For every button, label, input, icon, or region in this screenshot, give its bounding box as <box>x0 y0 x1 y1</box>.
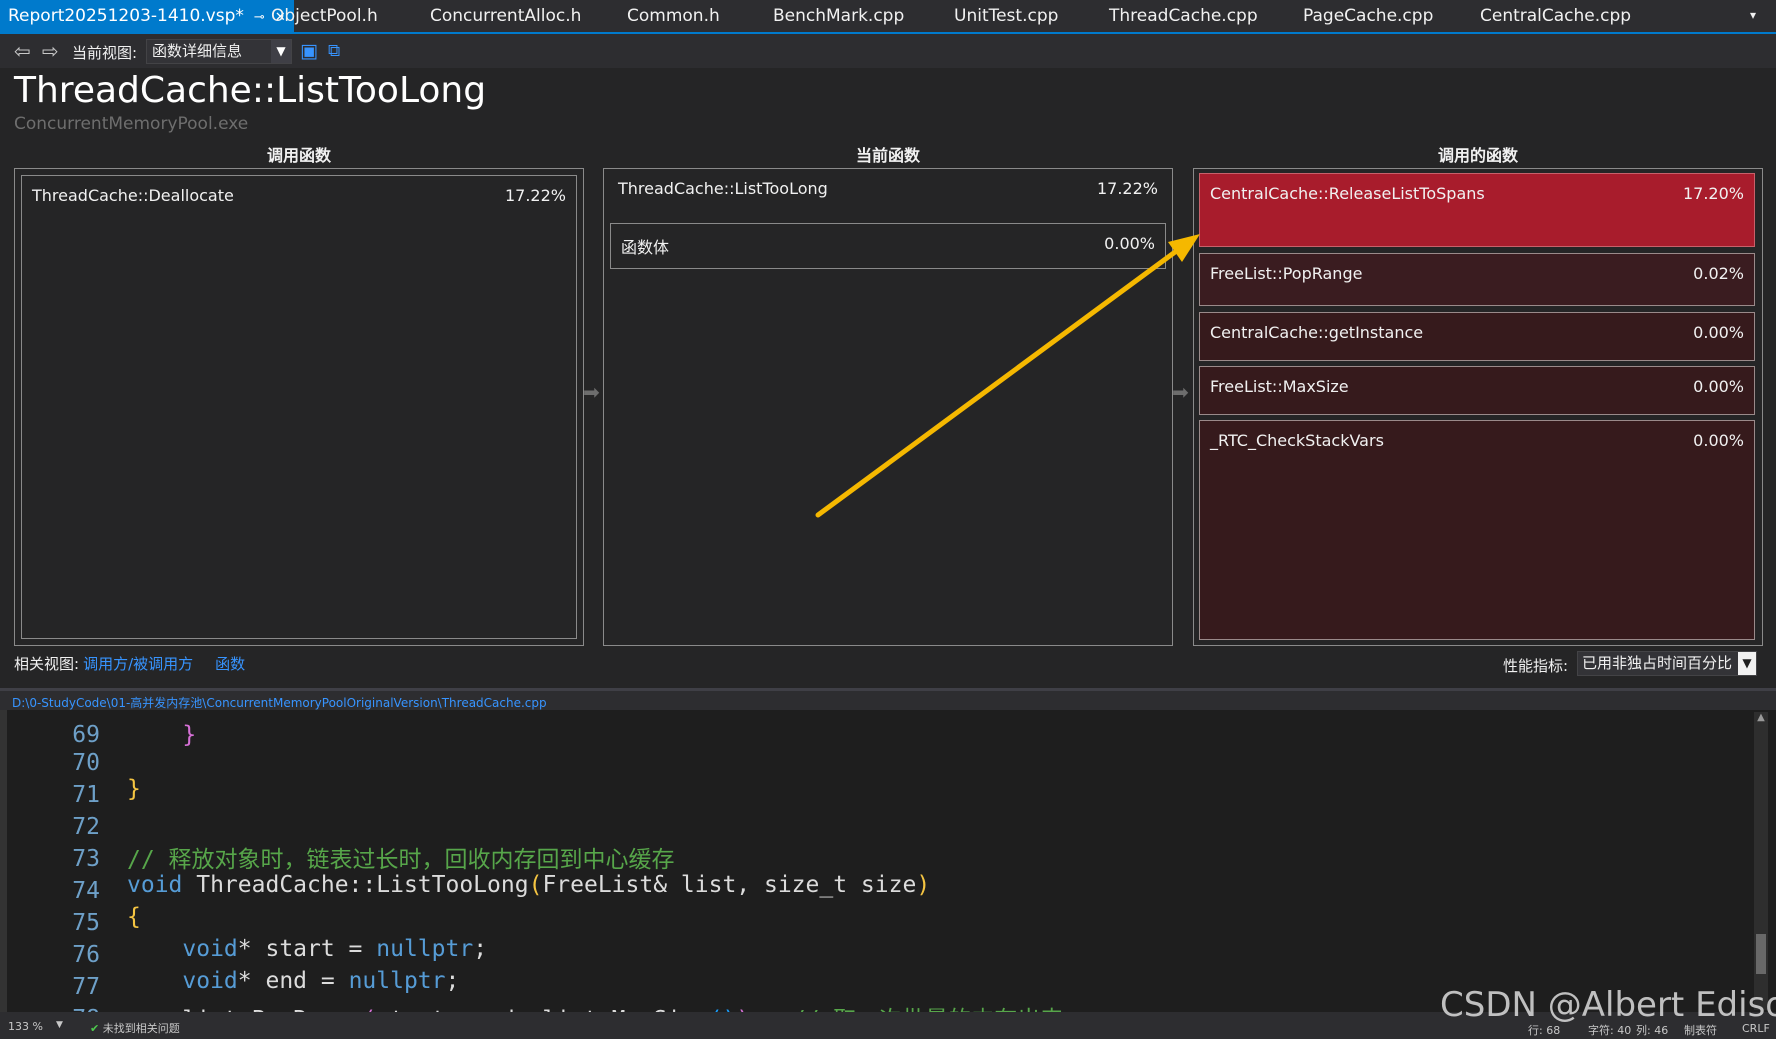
annotation-arrow <box>815 234 1200 518</box>
watermark: CSDN @Albert Edison <box>1440 985 1776 1025</box>
